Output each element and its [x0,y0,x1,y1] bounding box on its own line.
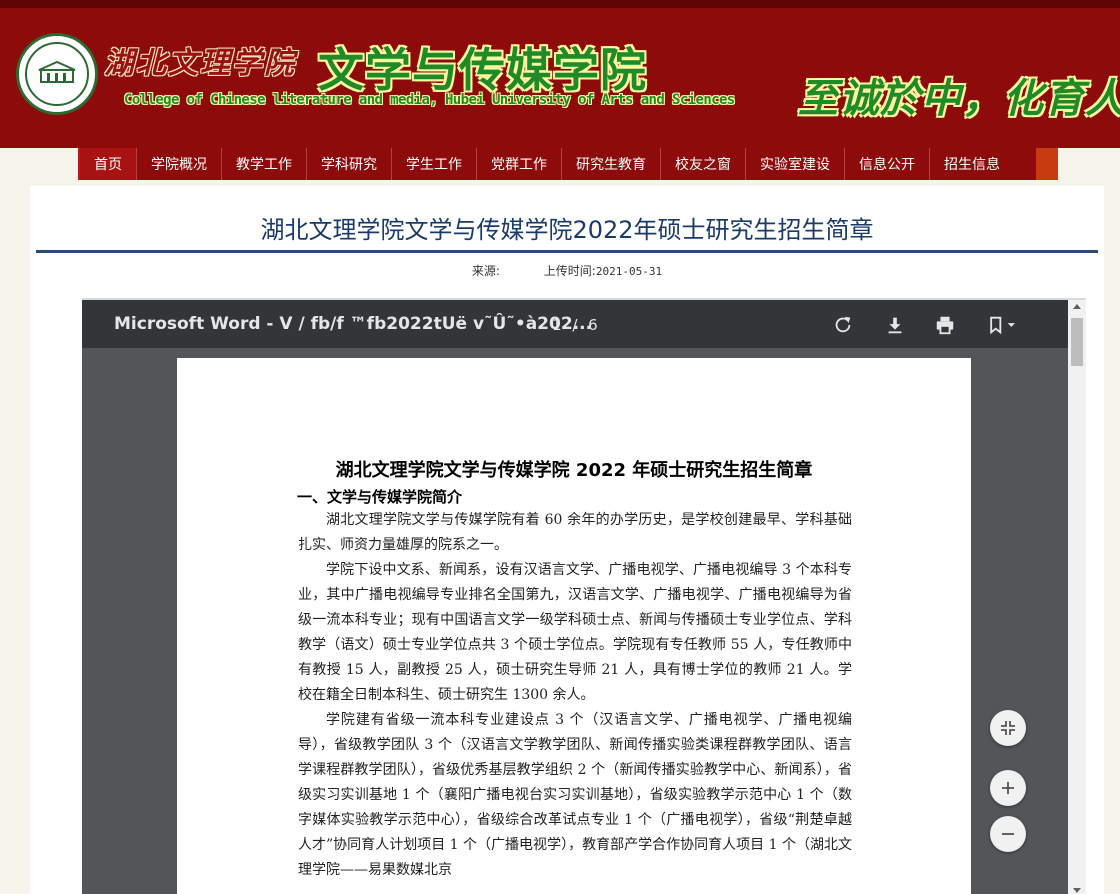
date-field: 上传时间:2021-05-31 [544,264,662,278]
nav-item-teaching[interactable]: 教学工作 [222,148,307,180]
top-strip [0,0,1120,8]
zoom-in-button[interactable] [990,770,1026,806]
source-label: 来源: [471,264,500,278]
title-divider [36,250,1098,253]
doc-title: 湖北文理学院文学与传媒学院 2022 年硕士研究生招生简章 [335,460,813,481]
scroll-thumb[interactable] [1071,318,1083,366]
zoom-out-button[interactable] [990,816,1026,852]
site-header: 湖北文理学院 文学与传媒学院 College of Chinese litera… [0,8,1120,148]
nav-item-lab[interactable]: 实验室建设 [746,148,845,180]
download-icon[interactable] [884,314,906,336]
nav-item-graduate[interactable]: 研究生教育 [562,148,661,180]
source-field: 来源: [472,264,504,278]
motto: 至诚於中，化育人文 [798,75,1120,122]
university-seal-logo[interactable] [16,33,98,115]
pdf-toolbar: Microsoft Word - V / fb/f ™fb2022tUë v˜Û… [82,300,1068,348]
article-meta: 来源: 上传时间:2021-05-31 [30,262,1104,279]
university-name: 湖北文理学院 [104,46,296,81]
zoom-out-icon [1002,833,1014,835]
nav-item-admission[interactable]: 招生信息 [930,148,1014,180]
pdf-page[interactable]: 湖北文理学院文学与传媒学院 2022 年硕士研究生招生简章 一、文学与传媒学院简… [177,358,971,894]
pdf-scrollbar[interactable] [1068,300,1086,894]
scroll-up-arrow-icon[interactable] [1073,304,1081,309]
college-name-english: College of Chinese literature and media,… [124,92,735,108]
fit-page-button[interactable] [990,710,1026,746]
pdf-viewer[interactable]: Microsoft Word - V / fb/f ™fb2022tUë v˜Û… [82,298,1086,894]
doc-paragraph: 学院下设中文系、新闻系，设有汉语言文学、广播电视学、广播电视编导 3 个本科专业… [298,562,852,703]
nav-item-disclosure[interactable]: 信息公开 [845,148,930,180]
nav-end-cap [1036,148,1058,180]
zoom-in-icon [1002,782,1014,794]
nav-item-overview[interactable]: 学院概况 [137,148,222,180]
page-separator: / [572,316,578,334]
nav-item-students[interactable]: 学生工作 [392,148,477,180]
date-label: 上传时间: [543,264,596,278]
article-title: 湖北文理学院文学与传媒学院2022年硕士研究生招生简章 [260,216,874,244]
page-current[interactable]: 1 [552,316,562,334]
date-value: 2021-05-31 [595,265,663,278]
scroll-down-arrow-icon[interactable] [1073,888,1081,893]
pdf-page-indicator: 1 / 6 [552,316,598,334]
page-total: 6 [588,316,598,334]
doc-paragraph: 湖北文理学院文学与传媒学院有着 60 余年的办学历史，是学校创建最早、学科基础扎… [298,512,852,553]
main-nav: 首页 学院概况 教学工作 学科研究 学生工作 党群工作 研究生教育 校友之窗 实… [78,148,1058,180]
bookmark-icon[interactable] [984,314,1024,336]
nav-item-home[interactable]: 首页 [80,148,137,180]
pdf-file-title: Microsoft Word - V / fb/f ™fb2022tUë v˜Û… [114,314,593,334]
print-icon[interactable] [934,314,956,336]
article-panel: 湖北文理学院文学与传媒学院2022年硕士研究生招生简章 来源: 上传时间:202… [30,186,1104,894]
college-name: 文学与传媒学院 [318,43,647,97]
fit-page-icon [1001,721,1015,735]
doc-paragraph: 学院建有省级一流本科专业建设点 3 个（汉语言文学、广播电视学、广播电视编导），… [298,712,852,878]
rotate-icon[interactable] [832,314,854,336]
doc-section-heading: 一、文学与传媒学院简介 [297,488,463,506]
nav-item-research[interactable]: 学科研究 [307,148,392,180]
nav-item-party[interactable]: 党群工作 [477,148,562,180]
building-icon [38,60,76,83]
nav-item-alumni[interactable]: 校友之窗 [661,148,746,180]
doc-body: 湖北文理学院文学与传媒学院有着 60 余年的办学历史，是学校创建最早、学科基础扎… [298,508,852,883]
